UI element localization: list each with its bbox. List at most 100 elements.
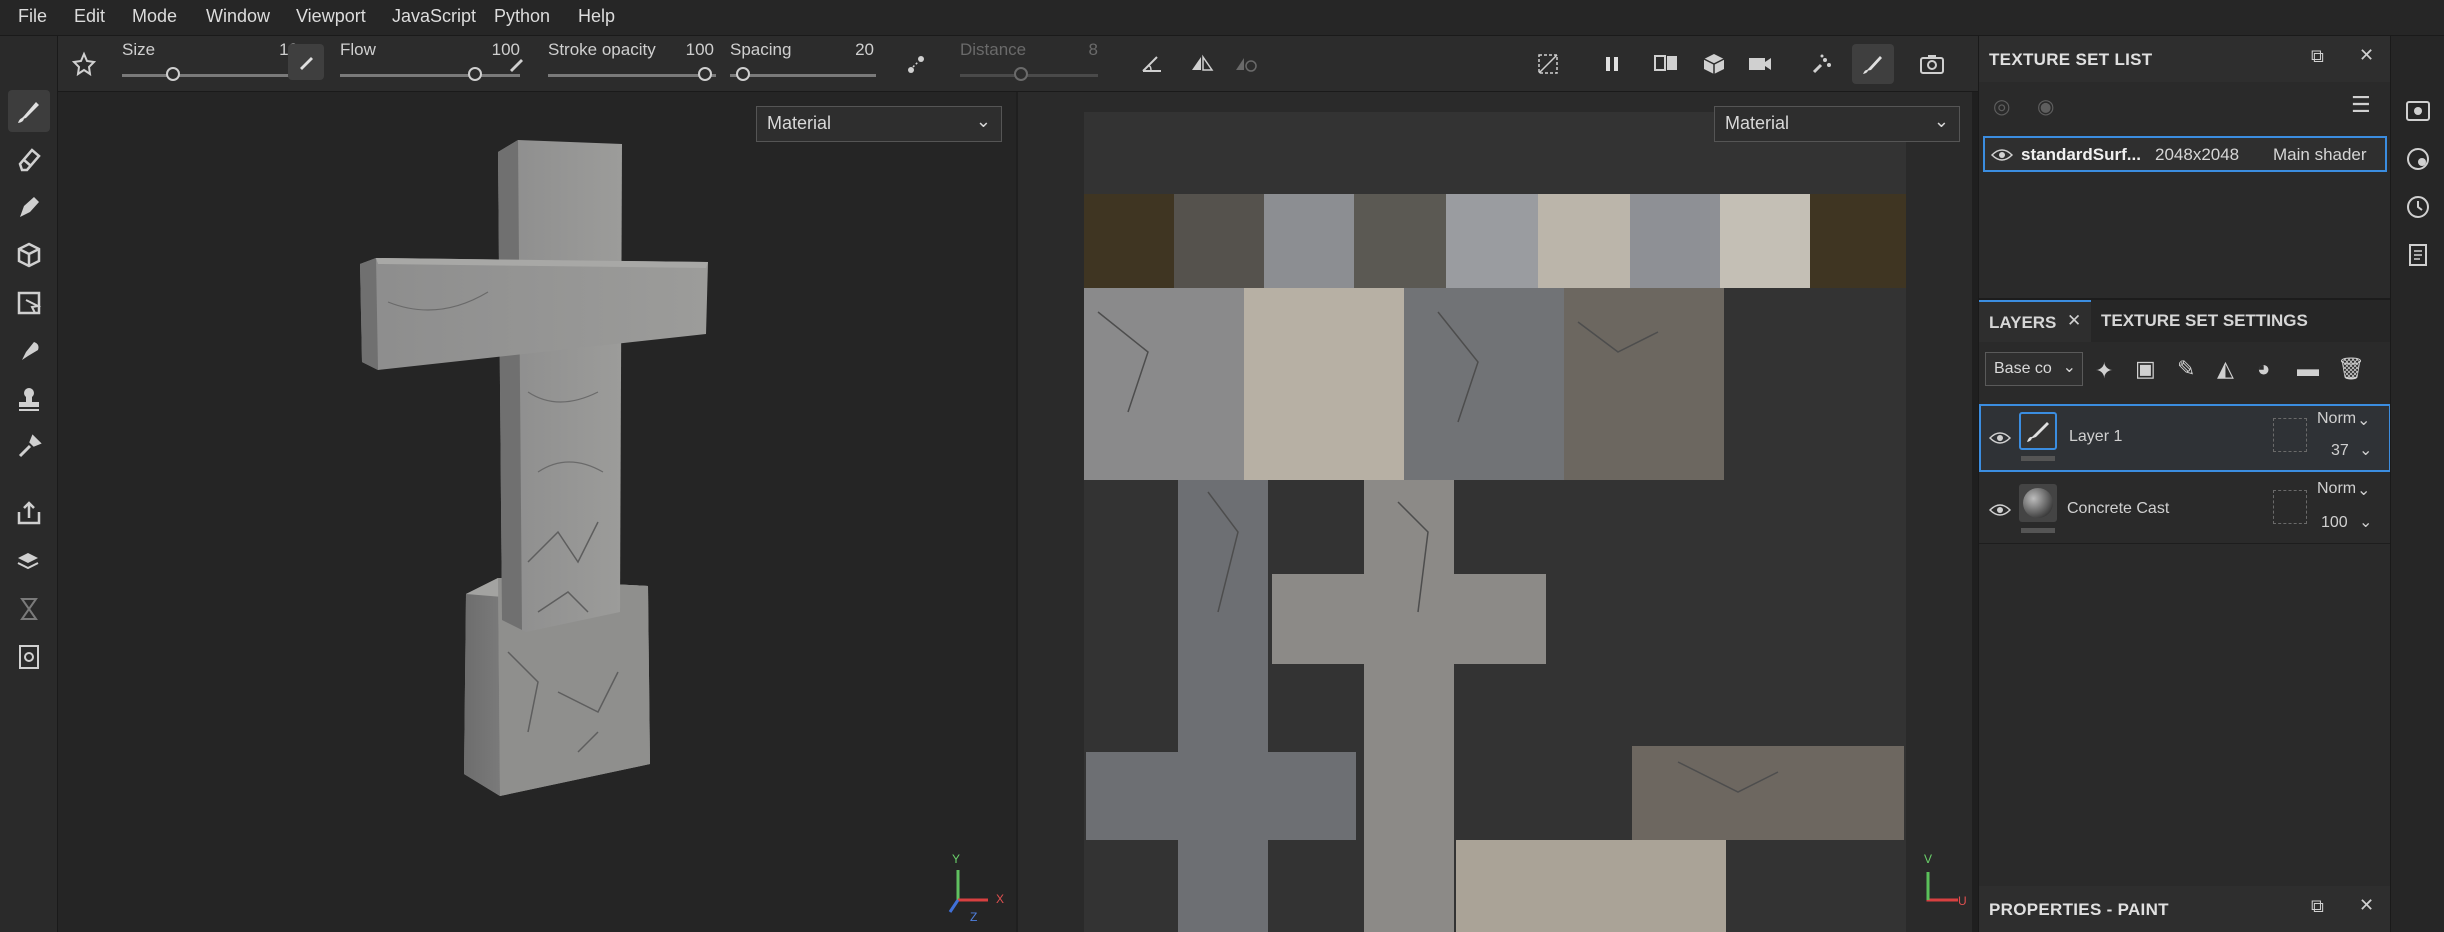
size-slider-knob[interactable] (166, 67, 180, 81)
menu-viewport[interactable]: Viewport (296, 6, 366, 27)
distance-slider[interactable] (960, 74, 1098, 77)
angle-icon (1142, 56, 1161, 72)
clone-tool[interactable] (8, 378, 50, 420)
layer-opacity[interactable]: 37 (2331, 442, 2349, 460)
shader-settings-icon[interactable] (2405, 146, 2431, 172)
menu-file[interactable]: File (18, 6, 47, 27)
float-panel-icon[interactable]: ⧉ (2311, 46, 2324, 67)
channel-select[interactable]: Base co ⌄ (1985, 352, 2083, 386)
lazy-mouse-icon (908, 56, 924, 73)
smudge-tool[interactable] (8, 330, 50, 372)
chevron-down-icon: ⌄ (2359, 514, 2373, 531)
mirror-button[interactable] (1184, 46, 1220, 82)
tab-texture-set-settings[interactable]: TEXTURE SET SETTINGS (2091, 300, 2311, 342)
paint-brush-tool[interactable] (8, 90, 50, 132)
2d-uv-viewport[interactable]: V U Material ⌄ (1018, 92, 1972, 932)
menu-edit[interactable]: Edit (74, 6, 105, 27)
projection-tool[interactable] (8, 186, 50, 228)
effect-wand-icon[interactable]: ✦ (2095, 358, 2113, 384)
stroke-opacity-slider[interactable] (548, 74, 716, 77)
log-icon[interactable] (2405, 242, 2431, 268)
screenshot-button[interactable] (1914, 46, 1950, 82)
viewport-uv-channel-select[interactable]: Material ⌄ (1714, 106, 1960, 142)
bake-tool[interactable] (8, 540, 50, 582)
eye-icon[interactable] (1989, 430, 2011, 446)
export-tool[interactable] (8, 492, 50, 534)
delete-icon[interactable]: 🗑 (2337, 356, 2365, 382)
color-picker-tool[interactable] (8, 426, 50, 468)
menu-mode[interactable]: Mode (132, 6, 177, 27)
symmetry-angle-button[interactable] (1134, 46, 1170, 82)
add-mask-icon[interactable]: ▣ (2135, 356, 2156, 382)
search-tool[interactable] (8, 636, 50, 678)
pause-button[interactable] (1594, 46, 1630, 82)
uv-cracks (1097, 311, 1958, 902)
hourglass-icon (20, 598, 38, 620)
history-icon[interactable] (2405, 194, 2431, 220)
stroke-opacity-toggle[interactable] (498, 46, 534, 82)
camera-button[interactable] (1742, 46, 1778, 82)
menu-list-icon[interactable]: ☰ (2351, 92, 2371, 118)
texture-set-row[interactable]: standardSurf... 2048x2048 Main shader (1983, 136, 2387, 172)
alpha-star-icon (71, 51, 97, 77)
brush-preset-button[interactable] (66, 46, 102, 82)
menu-javascript[interactable]: JavaScript (392, 6, 476, 27)
menu-help[interactable]: Help (578, 6, 615, 27)
polygon-fill-tool[interactable] (8, 282, 50, 324)
eyedropper-icon (18, 434, 42, 458)
timer-tool[interactable] (8, 588, 50, 630)
mask-slot (2273, 418, 2307, 452)
3d-view-button[interactable] (1696, 46, 1732, 82)
layer-row-concrete-cast[interactable]: Concrete Cast Norm ⌄ 100 ⌄ (1979, 476, 2391, 544)
distance-slider-knob[interactable] (1014, 67, 1028, 81)
flow-slider-knob[interactable] (468, 67, 482, 81)
menu-python[interactable]: Python (494, 6, 550, 27)
tab-layers[interactable]: LAYERS ✕ (1979, 300, 2091, 342)
hide-selection-button[interactable] (1530, 46, 1566, 82)
layer-blend-mode[interactable]: Norm (2317, 480, 2356, 498)
add-paint-layer-icon[interactable]: ✎ (2177, 356, 2195, 382)
particle-brush-button[interactable] (1804, 46, 1840, 82)
visibility-icon[interactable]: ◉ (2037, 94, 2054, 119)
layer-blend-mode[interactable]: Norm (2317, 410, 2356, 428)
close-icon[interactable]: ✕ (2359, 895, 2374, 916)
mirror-disabled-button[interactable] (1228, 46, 1264, 82)
add-folder-icon[interactable]: ▬ (2297, 356, 2319, 382)
split-view-button[interactable] (1648, 46, 1684, 82)
hide-icon[interactable]: ◎ (1993, 94, 2010, 119)
lazy-mouse-toggle[interactable] (898, 46, 934, 82)
eye-icon[interactable] (1989, 502, 2011, 518)
brush-icon (18, 102, 39, 123)
material-thumbnail (2019, 484, 2057, 522)
distance-value: 8 (1088, 40, 1098, 59)
close-icon[interactable]: ✕ (2359, 45, 2374, 66)
size-slider[interactable] (122, 74, 296, 77)
layer-opacity[interactable]: 100 (2321, 514, 2348, 532)
axis-z-label: Z (970, 910, 978, 924)
layer-thumbnail (2019, 412, 2057, 450)
float-panel-icon[interactable]: ⧉ (2311, 896, 2324, 917)
layer-row-layer-1[interactable]: Layer 1 Norm ⌄ 37 ⌄ (1979, 404, 2391, 472)
add-material-icon[interactable]: ◕ (2257, 356, 2270, 382)
stroke-opacity-label: Stroke opacity (548, 40, 656, 59)
add-fill-layer-icon[interactable]: ◭ (2217, 356, 2234, 382)
chevron-down-icon: ⌄ (2357, 412, 2371, 429)
material-sphere-icon (2023, 488, 2053, 518)
split-view-icon (1654, 55, 1677, 71)
display-settings-icon[interactable] (2405, 98, 2431, 124)
spacing-slider-knob[interactable] (736, 67, 750, 81)
eraser-tool[interactable] (8, 138, 50, 180)
3d-cube-icon (1703, 54, 1725, 74)
3d-viewport[interactable]: Material ⌄ Y X Z (58, 92, 1016, 932)
close-icon[interactable]: ✕ (2067, 311, 2081, 331)
paint-mode-button[interactable] (1852, 44, 1894, 84)
stroke-opacity-slider-knob[interactable] (698, 67, 712, 81)
camera-icon (1920, 55, 1944, 74)
menu-window[interactable]: Window (206, 6, 270, 27)
flow-toggle-button[interactable] (288, 44, 324, 80)
flow-slider[interactable] (340, 74, 520, 77)
spacing-slider[interactable] (730, 74, 876, 77)
flow-label: Flow (340, 40, 376, 59)
mask-slot (2273, 490, 2307, 524)
geometry-fill-tool[interactable] (8, 234, 50, 276)
